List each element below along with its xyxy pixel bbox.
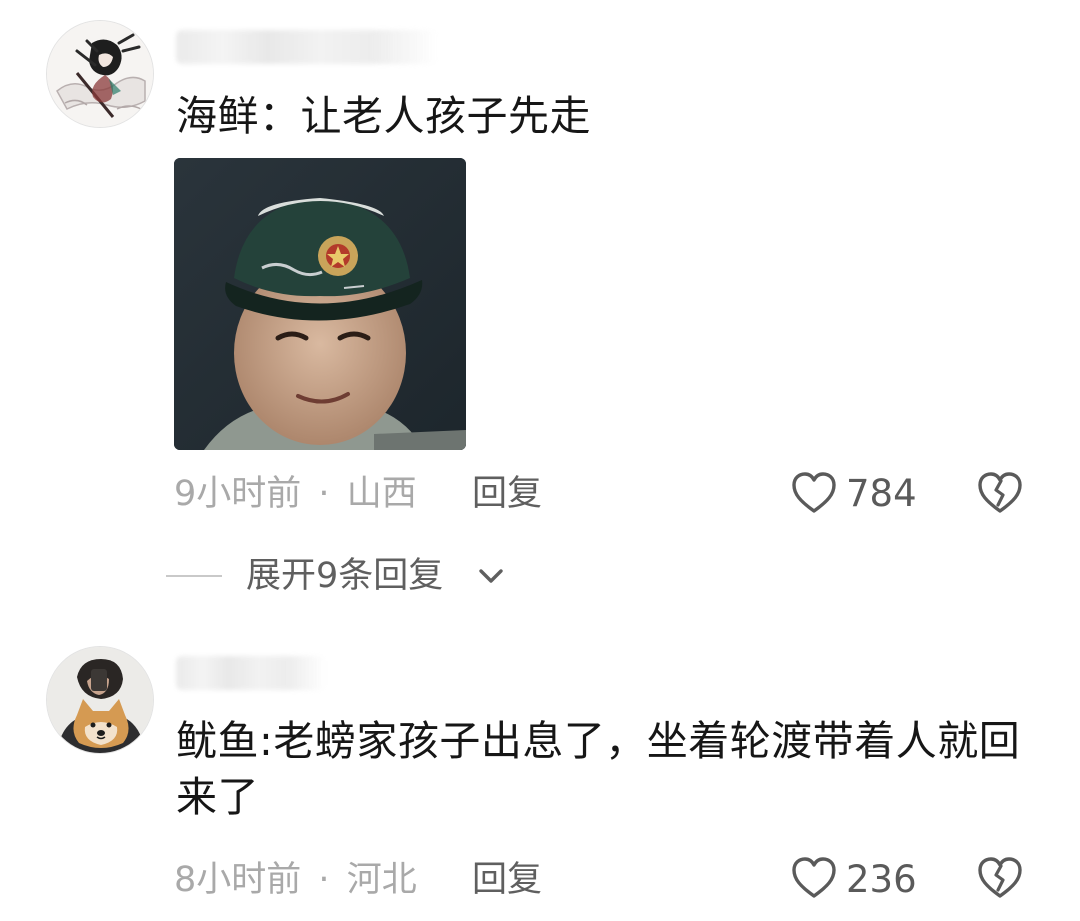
comment-time: 8小时前 bbox=[174, 860, 302, 900]
broken-heart-icon[interactable] bbox=[976, 470, 1024, 516]
like-count: 236 bbox=[846, 858, 917, 901]
user-avatar[interactable] bbox=[46, 20, 154, 128]
user-avatar[interactable] bbox=[46, 646, 154, 754]
chevron-down-icon bbox=[479, 569, 503, 583]
expand-divider bbox=[166, 575, 222, 577]
comment-time: 9小时前 bbox=[174, 474, 302, 514]
reply-button[interactable]: 回复 bbox=[472, 860, 542, 900]
comment-text: 海鲜：让老人孩子先走 bbox=[176, 92, 591, 140]
heart-outline-icon[interactable] bbox=[790, 470, 838, 516]
comment-location: 河北 bbox=[346, 860, 417, 900]
comment-meta: 8小时前 · 河北 bbox=[174, 860, 417, 900]
meta-separator: · bbox=[318, 474, 330, 514]
comment-text: 鱿鱼:老螃家孩子出息了，坐着轮渡带着人就回来了 bbox=[176, 717, 1021, 821]
comment-meta: 9小时前 · 山西 bbox=[174, 474, 417, 514]
reply-button[interactable]: 回复 bbox=[472, 474, 542, 514]
comment-location: 山西 bbox=[346, 474, 417, 514]
broken-heart-icon[interactable] bbox=[976, 855, 1024, 901]
expand-replies-label: 展开9条回复 bbox=[246, 556, 444, 596]
comment-image[interactable] bbox=[174, 158, 466, 450]
meta-separator: · bbox=[318, 860, 330, 900]
like-count: 784 bbox=[846, 472, 917, 515]
username[interactable] bbox=[176, 656, 326, 690]
username[interactable] bbox=[176, 30, 438, 64]
heart-outline-icon[interactable] bbox=[790, 855, 838, 901]
